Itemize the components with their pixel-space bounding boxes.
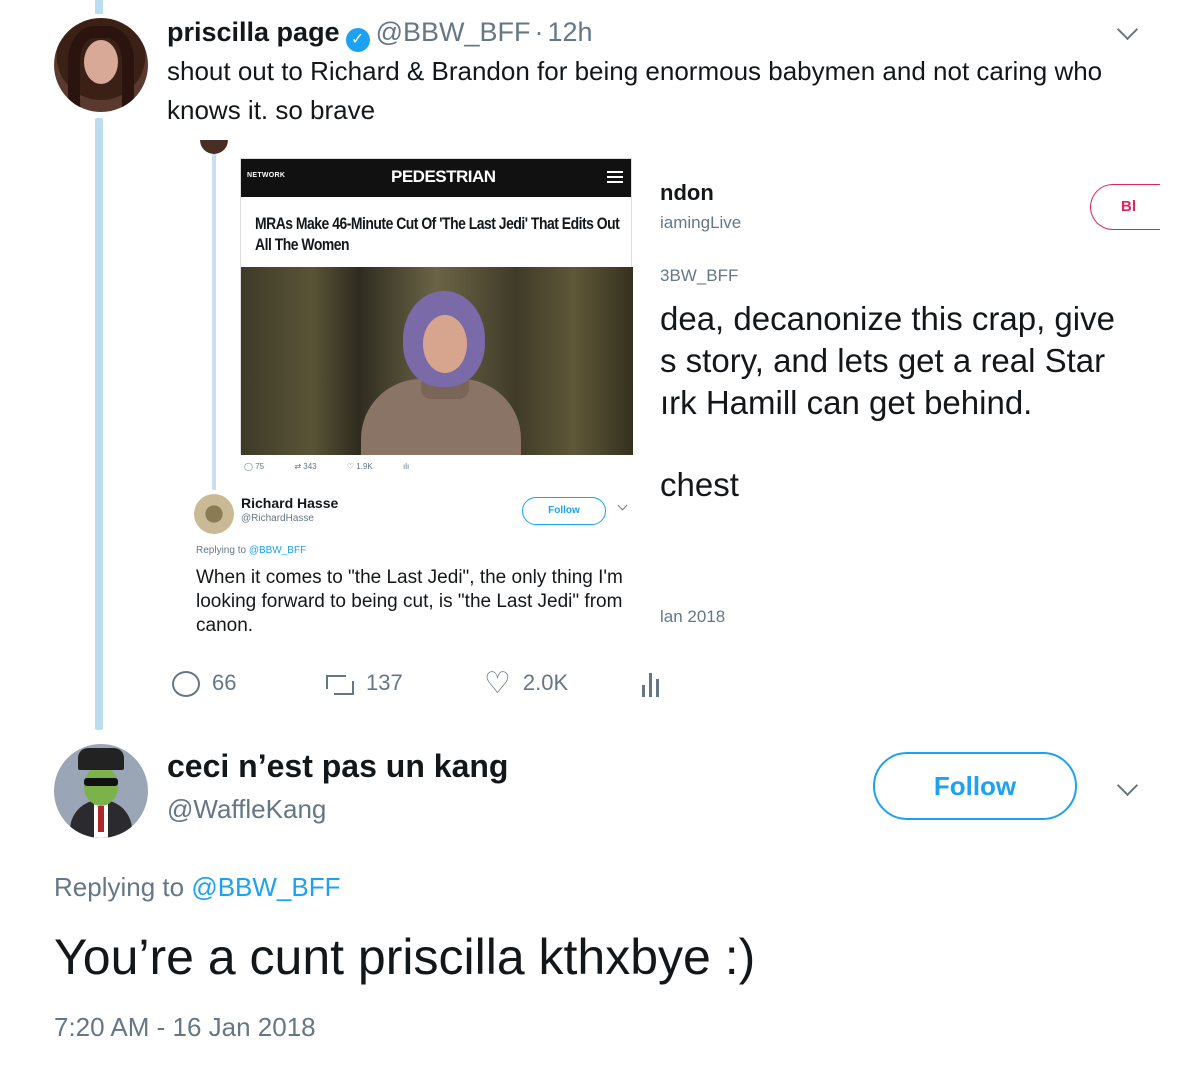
tweet-header: priscilla page ✓ @BBW_BFF · 12h [167, 14, 593, 52]
avatar[interactable] [54, 744, 148, 838]
mini-like-count: ♡ 1.9K [346, 462, 373, 471]
avatar[interactable] [54, 18, 148, 112]
embedded-screenshot[interactable]: NETWORK PEDESTRIAN MRAs Make 46-Minute C… [170, 140, 1160, 660]
retweet-count: 137 [366, 670, 403, 695]
follow-button[interactable]: Follow [873, 752, 1077, 820]
embedded-avatar-fragment [200, 140, 228, 154]
reply-handle: @RichardHasse [241, 513, 314, 524]
photo-figure-face [423, 315, 467, 373]
article-header-bar: NETWORK PEDESTRIAN [241, 159, 631, 197]
replying-to-mention[interactable]: @BBW_BFF [191, 872, 340, 902]
user-handle[interactable]: @BBW_BFF [376, 17, 531, 47]
thread-line [95, 118, 103, 730]
reply-follow-button: Follow [522, 497, 606, 525]
article-card: NETWORK PEDESTRIAN MRAs Make 46-Minute C… [240, 158, 633, 455]
cropped-handle: iamingLive [660, 213, 742, 232]
avatar-face [84, 40, 118, 84]
hamburger-menu-icon [607, 171, 623, 183]
replying-to: Replying to @BBW_BFF [54, 872, 341, 902]
avatar-hat [78, 748, 124, 770]
cropped-block-button: Bl [1090, 184, 1160, 230]
reply-replying-to: Replying to @BBW_BFF [196, 545, 307, 556]
display-name[interactable]: priscilla page [167, 17, 340, 47]
tweet-time[interactable]: 12h [548, 17, 593, 47]
avatar-glasses [84, 778, 118, 786]
article-photo [241, 267, 633, 455]
cropped-date: lan 2018 [660, 607, 726, 626]
cropped-tweet-line: chest [660, 466, 739, 503]
mini-retweet-count: ⇄ 343 [294, 462, 317, 471]
cropped-tweet-body: dea, decanonize this crap, give s story,… [660, 300, 1115, 421]
chevron-down-icon[interactable] [1114, 20, 1142, 48]
tweet-text: You’re a cunt priscilla kthxbye :) [54, 929, 756, 985]
article-headline: MRAs Make 46-Minute Cut Of 'The Last Jed… [255, 214, 620, 254]
embedded-thread-line [212, 154, 216, 490]
network-menu: NETWORK [247, 172, 286, 179]
separator: · [534, 17, 544, 47]
reply-chevron-down-icon [616, 502, 630, 516]
verified-badge-icon: ✓ [345, 28, 370, 52]
retweet-icon [324, 673, 354, 696]
pedestrian-logo: PEDESTRIAN [391, 167, 496, 186]
reply-button[interactable]: 66 [172, 668, 236, 698]
mini-stats-icon: ılı [402, 462, 410, 471]
cropped-display-name: ndon [660, 180, 714, 205]
avatar-face [84, 766, 118, 806]
user-handle[interactable]: @WaffleKang [167, 794, 326, 825]
tweet-text: shout out to Richard & Brandon for being… [167, 56, 1103, 125]
reply-display-name: Richard Hasse [241, 495, 339, 511]
heart-icon: ♡ [484, 667, 511, 701]
analytics-button[interactable] [640, 668, 674, 698]
tweet-timestamp[interactable]: 7:20 AM - 16 Jan 2018 [54, 1012, 316, 1043]
chevron-down-icon[interactable] [1114, 776, 1142, 804]
mini-reply-count: ◯ 75 [244, 462, 265, 471]
thread-line-top [95, 0, 103, 14]
embedded-tweet-actions: ◯ 75 ⇄ 343 ♡ 1.9K ılı [244, 462, 437, 471]
avatar-tie [98, 806, 104, 832]
like-count: 2.0K [522, 670, 569, 695]
reply-text: When it comes to "the Last Jedi", the on… [196, 567, 623, 636]
reply-icon [172, 671, 200, 698]
reply-avatar [194, 494, 234, 534]
cropped-replying-to: 3BW_BFF [660, 266, 739, 285]
stats-icon [640, 671, 662, 698]
retweet-button[interactable]: 137 [324, 668, 403, 698]
display-name[interactable]: ceci n’est pas un kang [167, 748, 508, 785]
like-button[interactable]: ♡ 2.0K [484, 667, 569, 701]
reply-count: 66 [212, 670, 237, 695]
